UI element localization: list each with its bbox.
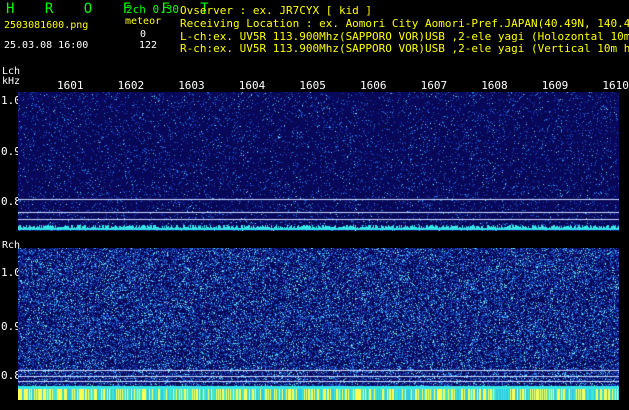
time-tick-1601: 1601 [57,79,84,92]
rch-info-line: R-ch:ex. UV5R 113.900Mhz(SAPPORO VOR)USB… [180,42,629,55]
time-tick-1609: 1609 [541,79,569,92]
time-tick-1610: 1610 [602,79,629,92]
time-tick-1606: 1606 [360,79,387,92]
datetime-label: 25.03.08 16:00 [4,40,89,51]
version-label: 2ch 0.30 [126,3,179,16]
meteor-r-count: 122 [139,40,158,51]
rch-canvas [18,248,619,400]
rch-spectrogram [18,248,619,400]
time-tick-1604: 1604 [238,79,266,92]
time-tick-1602: 1602 [117,79,145,92]
location-line: Receiving Location : ex. Aomori City Aom… [180,17,629,30]
time-tick-1603: 1603 [178,79,205,92]
lch-unit-label: kHz [2,76,21,87]
time-tick-1607: 1607 [420,79,448,92]
filename-label: 2503081600.png [4,20,89,31]
time-tick-1608: 1608 [481,79,508,92]
meteor-l-count: 0 [140,29,147,40]
lch-canvas [18,92,619,231]
lch-spectrogram [18,92,619,231]
observer-line: Ovserver : ex. JR7CYX [ kid ] [180,4,373,17]
time-tick-1605: 1605 [299,79,326,92]
meteor-label: meteor [125,16,162,27]
